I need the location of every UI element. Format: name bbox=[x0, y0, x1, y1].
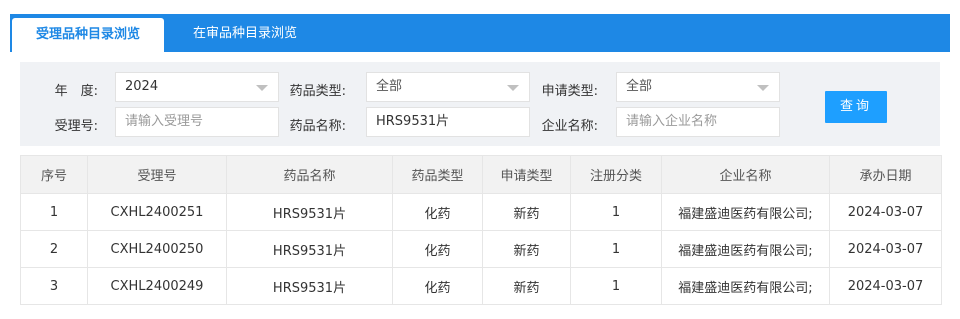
chevron-down-icon bbox=[256, 85, 268, 91]
chevron-down-icon bbox=[507, 85, 519, 91]
year-label: 年 度: bbox=[54, 84, 98, 99]
header-accept-no: 受理号 bbox=[87, 155, 227, 194]
cell-date: 2024-03-07 bbox=[829, 267, 942, 305]
cell-apply-type: 新药 bbox=[482, 267, 571, 305]
tab-accepted-catalog[interactable]: 受理品种目录浏览 bbox=[12, 18, 164, 52]
tab-bar: 受理品种目录浏览 在审品种目录浏览 bbox=[10, 14, 950, 52]
cell-drug-name: HRS9531片 bbox=[226, 267, 393, 305]
table-row[interactable]: 2 CXHL2400250 HRS9531片 化药 新药 1 福建盛迪医药有限公… bbox=[20, 230, 942, 268]
table-header-row: 序号 受理号 药品名称 药品类型 申请类型 注册分类 企业名称 承办日期 bbox=[20, 155, 942, 194]
cell-apply-type: 新药 bbox=[482, 230, 571, 268]
search-button[interactable]: 查询 bbox=[825, 91, 887, 123]
results-table: 序号 受理号 药品名称 药品类型 申请类型 注册分类 企业名称 承办日期 1 C… bbox=[20, 155, 942, 305]
company-placeholder: 请输入企业名称 bbox=[626, 114, 718, 129]
company-input[interactable]: 请输入企业名称 bbox=[616, 107, 780, 137]
cell-reg-class: 1 bbox=[570, 267, 662, 305]
tab-under-review-catalog[interactable]: 在审品种目录浏览 bbox=[170, 14, 320, 52]
accept-no-input[interactable]: 请输入受理号 bbox=[115, 107, 279, 137]
drug-name-input-value: HRS9531片 bbox=[376, 114, 450, 129]
cell-index: 1 bbox=[20, 193, 88, 231]
drug-type-select-value: 全部 bbox=[376, 79, 403, 94]
drug-name-input[interactable]: HRS9531片 bbox=[366, 107, 530, 137]
cell-drug-name: HRS9531片 bbox=[226, 230, 393, 268]
company-label: 企业名称: bbox=[541, 119, 598, 134]
chevron-down-icon bbox=[757, 85, 769, 91]
cell-reg-class: 1 bbox=[570, 193, 662, 231]
cell-apply-type: 新药 bbox=[482, 193, 571, 231]
drug-type-label: 药品类型: bbox=[289, 84, 346, 99]
cell-drug-type: 化药 bbox=[392, 267, 483, 305]
cell-date: 2024-03-07 bbox=[829, 230, 942, 268]
cell-date: 2024-03-07 bbox=[829, 193, 942, 231]
drug-name-label: 药品名称: bbox=[289, 119, 346, 134]
cell-accept-no: CXHL2400250 bbox=[87, 230, 227, 268]
cell-drug-type: 化药 bbox=[392, 230, 483, 268]
cell-drug-type: 化药 bbox=[392, 193, 483, 231]
apply-type-select-value: 全部 bbox=[626, 79, 653, 94]
cell-company: 福建盛迪医药有限公司; bbox=[661, 193, 830, 231]
header-reg-class: 注册分类 bbox=[570, 155, 662, 194]
cell-index: 2 bbox=[20, 230, 88, 268]
apply-type-select[interactable]: 全部 bbox=[616, 72, 780, 102]
accept-no-placeholder: 请输入受理号 bbox=[125, 114, 204, 129]
header-drug-type: 药品类型 bbox=[392, 155, 483, 194]
header-apply-type: 申请类型 bbox=[482, 155, 571, 194]
cell-drug-name: HRS9531片 bbox=[226, 193, 393, 231]
table-row[interactable]: 3 CXHL2400249 HRS9531片 化药 新药 1 福建盛迪医药有限公… bbox=[20, 267, 942, 305]
apply-type-label: 申请类型: bbox=[541, 84, 598, 99]
cell-company: 福建盛迪医药有限公司; bbox=[661, 230, 830, 268]
header-index: 序号 bbox=[20, 155, 88, 194]
year-select[interactable]: 2024 bbox=[115, 72, 279, 102]
cell-accept-no: CXHL2400251 bbox=[87, 193, 227, 231]
header-date: 承办日期 bbox=[829, 155, 942, 194]
header-drug-name: 药品名称 bbox=[226, 155, 393, 194]
cell-reg-class: 1 bbox=[570, 230, 662, 268]
cell-company: 福建盛迪医药有限公司; bbox=[661, 267, 830, 305]
table-row[interactable]: 1 CXHL2400251 HRS9531片 化药 新药 1 福建盛迪医药有限公… bbox=[20, 193, 942, 231]
cell-accept-no: CXHL2400249 bbox=[87, 267, 227, 305]
accept-no-label: 受理号: bbox=[54, 119, 98, 134]
header-company: 企业名称 bbox=[661, 155, 830, 194]
filter-panel: 年 度: 2024 药品类型: 全部 申请类型: 全部 受理号: 请输入受理号 … bbox=[20, 62, 940, 146]
cell-index: 3 bbox=[20, 267, 88, 305]
drug-type-select[interactable]: 全部 bbox=[366, 72, 530, 102]
year-select-value: 2024 bbox=[125, 79, 159, 94]
